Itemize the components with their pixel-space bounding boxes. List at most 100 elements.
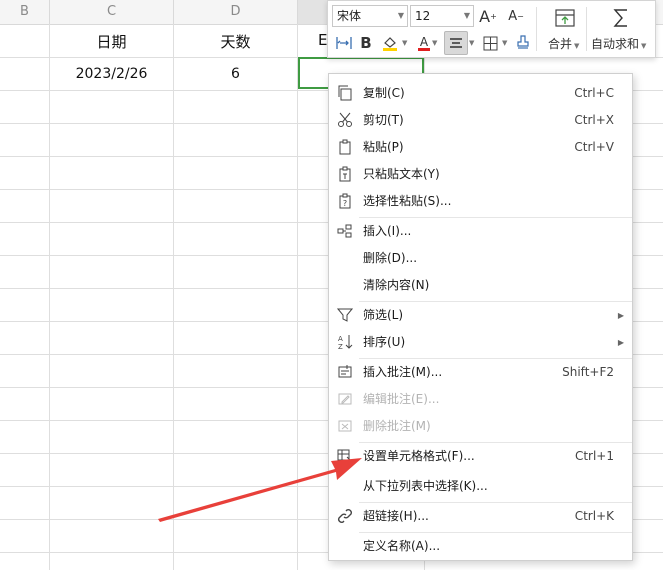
menu-item-shortcut: Ctrl+K [574,509,614,523]
menu-item-label: 定义名称(A)... [363,539,441,553]
menu-item-format-cells[interactable]: 设置单元格格式(F)... Ctrl+1 [329,443,632,470]
menu-item-paste[interactable]: 粘贴(P) Ctrl+V [329,134,632,161]
borders-button[interactable] [478,31,502,55]
menu-item-label: 超链接(H)... [363,509,429,523]
font-name-value: 宋体 [337,9,362,23]
insert-cells-icon [336,222,354,240]
paste-text-icon [336,165,354,183]
cell-header-days[interactable]: 天数 [174,31,297,52]
menu-item-copy[interactable]: 复制(C) Ctrl+C [329,80,632,107]
edit-comment-icon [336,390,354,408]
menu-item-filter[interactable]: 筛选(L) ▶ [329,302,632,329]
merge-label-text: 合并 [548,37,573,51]
menu-item-sort[interactable]: AZ 排序(U) ▶ [329,329,632,356]
sort-icon: AZ [336,333,354,351]
menu-item-insert-comment[interactable]: 插入批注(M)... Shift+F2 [329,359,632,386]
cell-header-date[interactable]: 日期 [50,31,173,52]
font-color-glyph: A [420,35,429,49]
menu-item-paste-special[interactable]: ? 选择性粘贴(S)... [329,188,632,215]
chevron-down-icon[interactable]: ▼ [402,39,407,47]
chevron-down-icon[interactable]: ▼ [432,39,437,47]
column-header-c-label: C [106,4,117,19]
menu-item-hyperlink[interactable]: 超链接(H)... Ctrl+K [329,503,632,530]
scissors-icon [336,111,354,129]
format-painter-button[interactable] [511,31,535,55]
menu-item-label: 清除内容(N) [363,278,430,292]
fill-color-button[interactable] [378,31,402,55]
column-header-e[interactable] [298,0,328,24]
column-header-c[interactable]: C [50,0,174,24]
menu-item-delete-comment: 删除批注(M) [329,413,632,440]
chevron-down-icon[interactable]: ▼ [469,39,474,47]
sigma-icon [613,9,627,27]
format-cells-icon [336,447,354,465]
menu-item-define-name[interactable]: 定义名称(A)... [329,533,632,560]
font-color-bar [418,48,430,51]
autosum-label[interactable]: 自动求和 ▼ [591,35,646,52]
wrap-text-icon [336,37,352,49]
increase-font-button[interactable]: A + [476,4,500,28]
merge-cells-icon [555,9,575,27]
clipboard-icon [336,138,354,156]
font-color-icon: A [418,35,430,51]
font-size-select[interactable]: 12 ▼ [410,5,474,27]
cell-days-value[interactable]: 6 [174,66,297,82]
bold-icon: B [360,34,372,52]
filter-icon [336,306,354,324]
copy-icon [336,84,354,102]
wrap-text-button[interactable] [332,31,356,55]
merge-label[interactable]: 合并 ▼ [548,35,579,52]
menu-item-label: 从下拉列表中选择(K)... [363,479,488,493]
merge-button[interactable] [552,5,578,31]
chevron-right-icon: ▶ [617,338,624,347]
menu-item-label: 排序(U) [363,335,406,349]
svg-text:?: ? [343,199,347,208]
autosum-button[interactable] [608,5,634,31]
svg-text:A: A [338,335,343,343]
chevron-down-icon: ▼ [641,42,647,50]
fill-color-icon [383,37,397,51]
toolbar-divider [586,7,587,51]
menu-item-label: 复制(C) [363,86,405,100]
link-icon [336,507,354,525]
decrease-font-icon: A [508,8,518,24]
column-header-b[interactable]: B [0,0,50,24]
chevron-down-icon[interactable]: ▼ [502,39,507,47]
menu-item-paste-text-only[interactable]: 只粘贴文本(Y) [329,161,632,188]
menu-item-shortcut: Ctrl+V [574,140,614,154]
menu-item-label: 编辑批注(E)... [363,392,440,406]
column-header-d[interactable]: D [174,0,298,24]
menu-item-shortcut: Shift+F2 [562,365,614,379]
menu-item-label: 插入批注(M)... [363,365,443,379]
menu-item-pick-from-list[interactable]: 从下拉列表中选择(K)... [329,473,632,500]
align-center-button[interactable] [444,31,468,55]
delete-comment-icon [336,417,354,435]
grid-line [297,24,298,570]
column-header-d-label: D [230,4,241,19]
minus-icon: − [517,11,524,21]
menu-item-label: 删除批注(M) [363,419,431,433]
menu-item-label: 设置单元格格式(F)... [363,449,475,463]
mini-toolbar: 宋体 ▼ 12 ▼ A + A − B ▼ A ▼ ▼ ▼ 合并 ▼ 自动求和 … [327,0,656,58]
plus-icon: + [490,11,497,21]
format-painter-icon [517,35,529,49]
borders-icon [483,36,497,50]
paste-special-icon: ? [336,192,354,210]
bold-button[interactable]: B [354,31,378,55]
chevron-down-icon: ▼ [574,42,580,50]
menu-item-label: 粘贴(P) [363,140,404,154]
cell-date-value[interactable]: 2023/2/26 [50,66,173,82]
menu-item-insert[interactable]: 插入(I)... [329,218,632,245]
menu-item-clear-contents[interactable]: 清除内容(N) [329,272,632,299]
menu-item-label: 筛选(L) [363,308,404,322]
menu-item-delete[interactable]: 删除(D)... [329,245,632,272]
chevron-down-icon: ▼ [397,11,404,20]
decrease-font-button[interactable]: A − [504,4,528,28]
menu-item-label: 只粘贴文本(Y) [363,167,440,181]
menu-item-shortcut: Ctrl+1 [574,449,614,463]
font-size-value: 12 [415,9,431,23]
menu-item-cut[interactable]: 剪切(T) Ctrl+X [329,107,632,134]
menu-item-label: 剪切(T) [363,113,404,127]
font-name-select[interactable]: 宋体 ▼ [332,5,408,27]
increase-font-icon: A [479,6,491,26]
